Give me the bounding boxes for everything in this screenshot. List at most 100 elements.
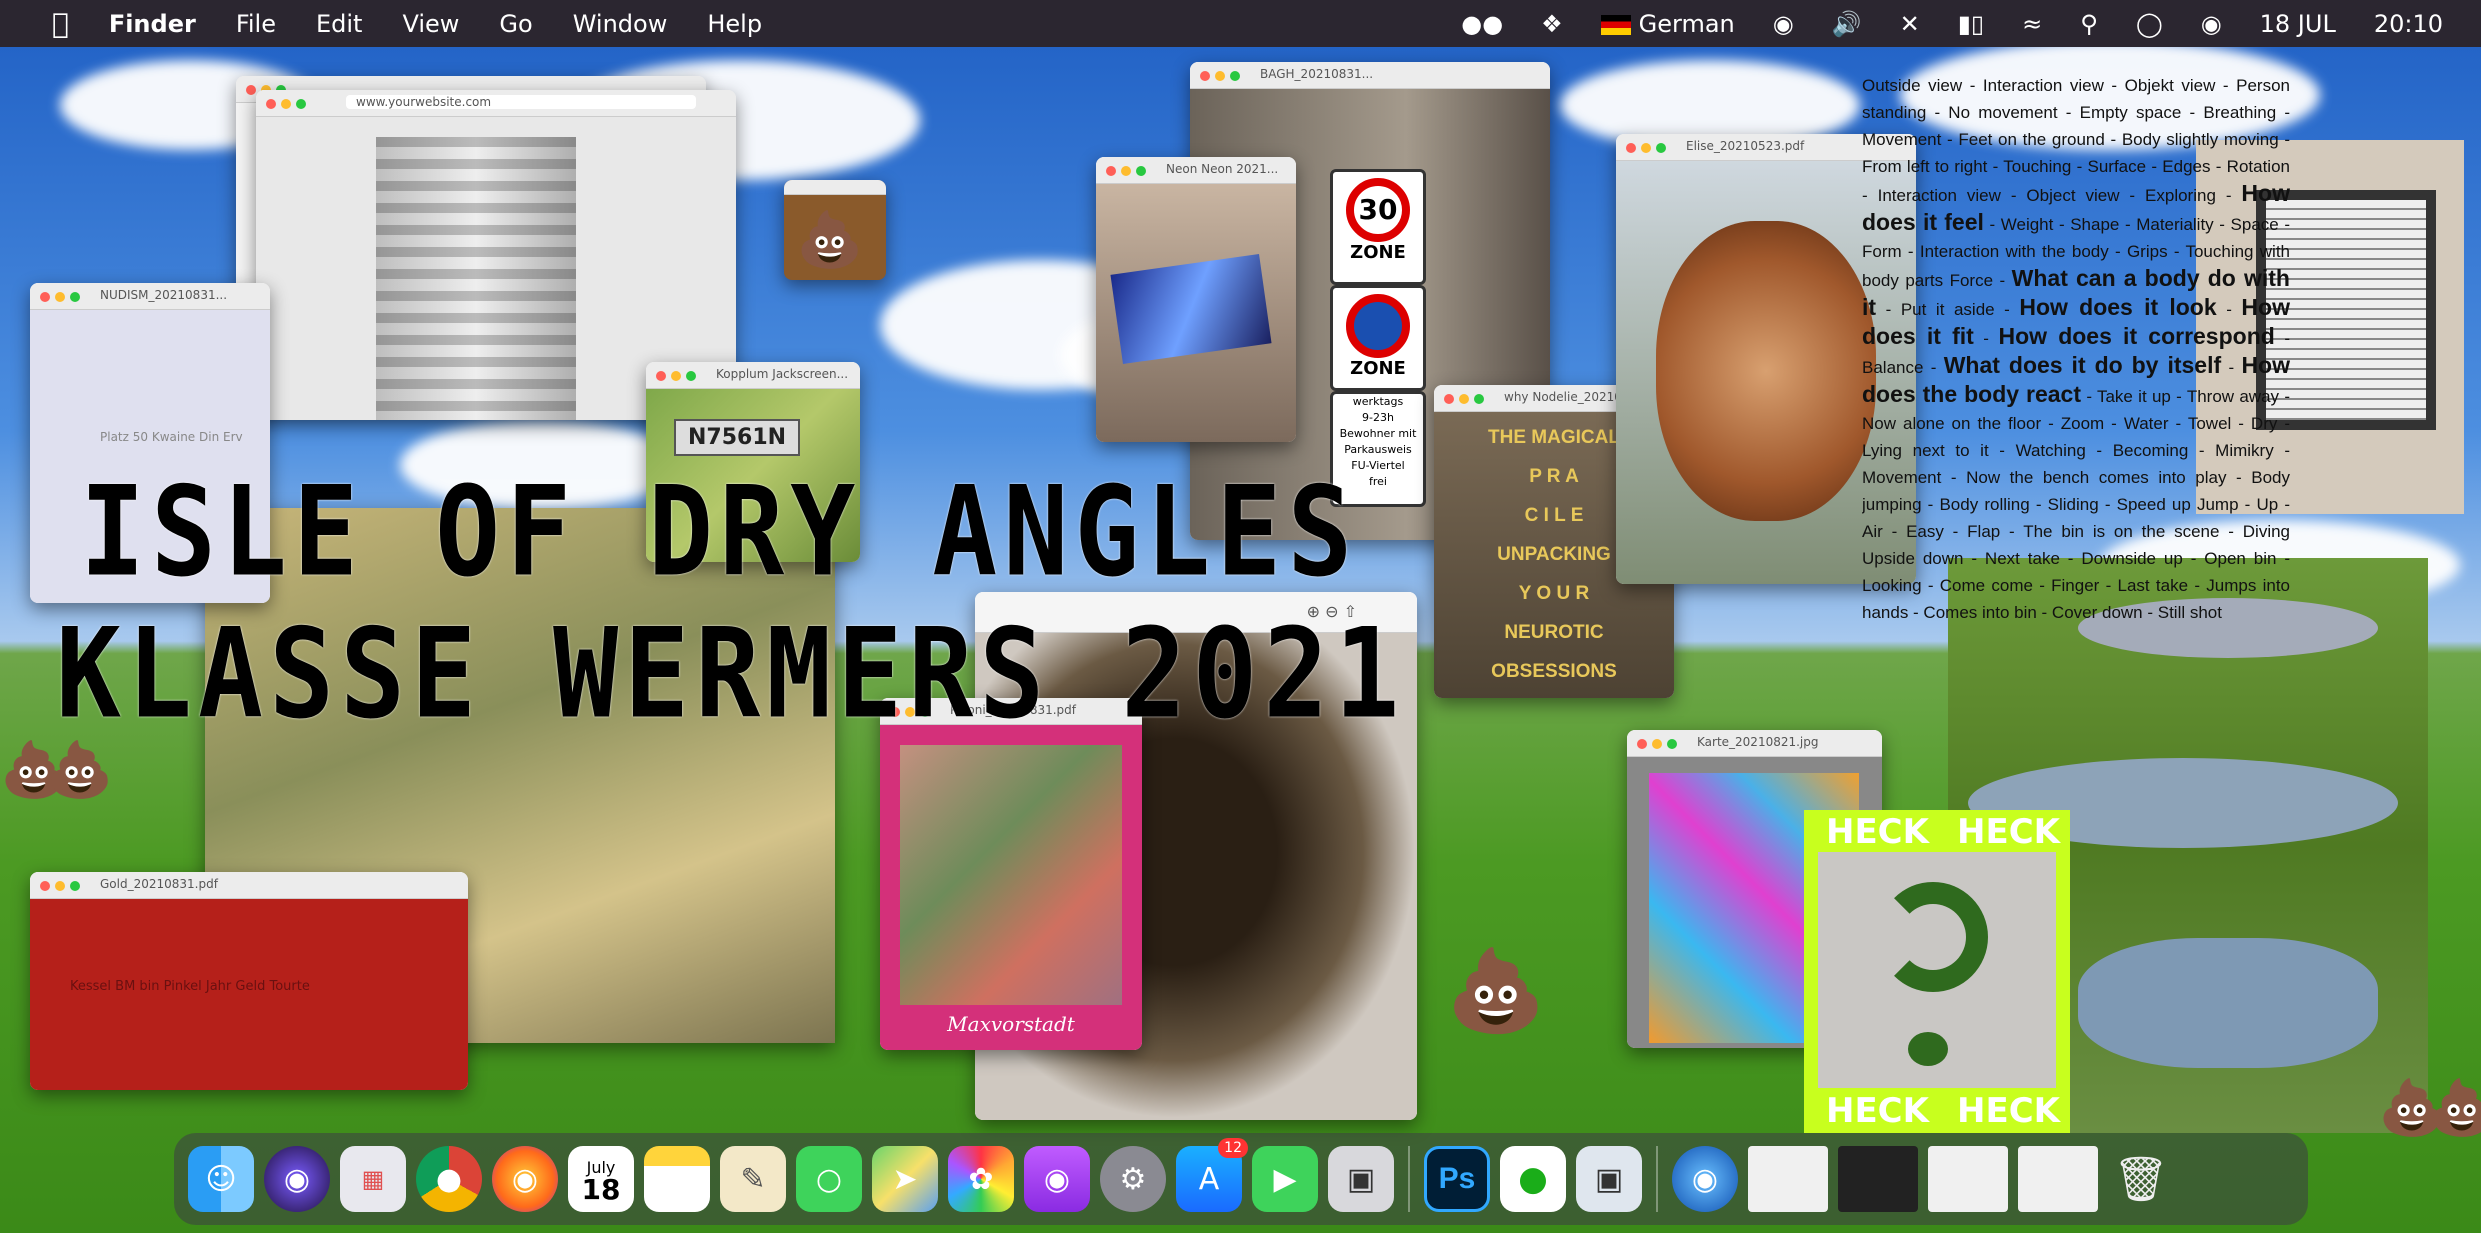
photos-icon[interactable]: ✿ [948,1146,1014,1212]
dock: ☺ ◉ ▦ ● ◉ July 18 ✎ ○ ➤ ✿ ◉ ⚙ A 12 ▶ ▣ Ps… [174,1133,2308,1225]
screenshot-icon[interactable]: ▣ [1328,1146,1394,1212]
spotlight-search-icon[interactable]: ⚲ [2080,10,2098,38]
language-label: German [1638,9,1735,38]
text-plain: Outside view - Interaction view - Objekt… [1862,76,2290,205]
menu-go[interactable]: Go [499,10,532,38]
network-globe-icon[interactable]: ◉ [1672,1146,1738,1212]
bluetooth-off-icon[interactable]: ✕ [1900,10,1920,38]
poo-emoji-icon: 💩 [796,208,864,271]
facetime-icon[interactable]: ▶ [1252,1146,1318,1212]
minimize-button[interactable] [281,99,291,109]
menu-app-finder[interactable]: Finder [109,10,196,38]
finder-icon[interactable]: ☺ [188,1146,254,1212]
volume-icon[interactable]: 🔊 [1832,10,1862,38]
text-plain: - Take it up - Throw away - Now alone on… [1862,387,2290,622]
calendar-day: 18 [581,1173,621,1206]
wifi-icon[interactable]: ≈ [2022,10,2042,38]
window-title: NUDISM_20210831... [100,288,228,302]
menubar-date[interactable]: 18 JUL [2260,10,2336,38]
menu-window[interactable]: Window [573,10,668,38]
sign-line: Parkausweis [1344,443,1412,456]
messages-icon[interactable]: ○ [796,1146,862,1212]
text-plain: - [1983,329,1989,348]
menu-bar:  Finder File Edit View Go Window Help ●… [0,0,2481,47]
red-pdf-text: Kessel BM bin Pinkel Jahr Geld Tourte [70,979,310,994]
moss-shape [1878,882,1988,992]
screen-photo-window[interactable]: Neon Neon 2021... [1096,157,1296,442]
sign-line: Bewohner mit [1339,427,1417,440]
siri-icon[interactable]: ◉ [2201,10,2222,38]
menu-edit[interactable]: Edit [316,10,362,38]
system-preferences-icon[interactable]: ⚙ [1100,1146,1166,1212]
calendar-icon[interactable]: July 18 [568,1146,634,1212]
text-bold: What does it do by itself [1943,352,2222,378]
battery-icon[interactable]: ▮▯ [1958,10,1984,38]
no-parking-sign: ZONE [1330,285,1426,391]
notes-icon[interactable] [644,1146,710,1212]
minimized-window-thumb[interactable] [1748,1146,1828,1212]
poster-line: NEUROTIC [1504,622,1604,643]
podcasts-icon[interactable]: ◉ [1024,1146,1090,1212]
menu-help[interactable]: Help [707,10,762,38]
poo-emoji-icon[interactable]: 💩 [46,738,113,802]
pink-map-window[interactable]: Paloni_20210831.pdf Maxvorstadt [880,698,1142,1050]
poo-emoji-icon[interactable]: 💩 [1446,944,1546,1038]
speed-sign: 30 ZONE [1330,169,1426,285]
launchpad-icon[interactable]: ▦ [340,1146,406,1212]
chrome-icon[interactable]: ● [416,1146,482,1212]
window-title: Elise_20210523.pdf [1686,139,1805,153]
text-plain: - [2228,358,2235,377]
dock-separator [1408,1146,1410,1212]
firefox-icon[interactable]: ◉ [492,1146,558,1212]
maps-icon[interactable]: ➤ [872,1146,938,1212]
monitor-image [1110,253,1272,365]
face-image [1656,221,1876,521]
dock-separator [1656,1146,1658,1212]
textedit-icon[interactable]: ✎ [720,1146,786,1212]
input-language-menu[interactable]: German [1600,9,1735,38]
close-button[interactable] [266,99,276,109]
airdrop-icon[interactable]: ◉ [1773,10,1794,38]
browser-toolbar: www.yourwebsite.com [256,90,736,117]
text-plain: - [2226,300,2232,319]
wechat-icon[interactable]: ● [1500,1146,1566,1212]
moss-dot [1908,1032,1948,1066]
red-pdf-window[interactable]: Gold_20210831.pdf Kessel BM bin Pinkel J… [30,872,468,1090]
poster-line: OBSESSIONS [1491,661,1617,682]
zone-label: ZONE [1350,242,1406,263]
heck-bottom-left: HECK [1826,1091,1929,1131]
sign-line: 9-23h [1362,411,1394,424]
text-bold: How does it look [2019,294,2217,320]
text-bold: How does it correspond [1998,323,2275,349]
menubar-time[interactable]: 20:10 [2374,10,2443,38]
address-bar[interactable]: www.yourwebsite.com [346,95,696,109]
poo-emoji-icon[interactable]: 💩 [2428,1076,2481,1140]
trash-icon[interactable]: 🗑 [2108,1146,2174,1212]
minimized-window-thumb[interactable] [1928,1146,2008,1212]
title-line-2: KLASSE WERMERS 2021 [56,602,1406,747]
app-store-icon[interactable]: A 12 [1176,1138,1248,1212]
wechat-status-icon[interactable]: ●● [1461,10,1503,38]
license-plate-text: N7561N [674,419,801,456]
menu-view[interactable]: View [402,10,459,38]
minimized-window-thumb[interactable] [2018,1146,2098,1212]
siri-icon[interactable]: ◉ [264,1146,330,1212]
heck-bottom-right: HECK [1957,1091,2060,1131]
emoji-window[interactable]: 💩 [784,180,886,280]
minimized-window-thumb[interactable] [1838,1146,1918,1212]
heck-poster: HECK HECK HECK HECK [1804,810,2070,1133]
preview-icon[interactable]: ▣ [1576,1146,1642,1212]
photoshop-icon[interactable]: Ps [1424,1146,1490,1212]
text-plain: - Put it aside - [1885,300,2010,319]
zoom-button[interactable] [296,99,306,109]
chrome-letter-pattern-image [376,137,576,420]
puddle-shape [2078,938,2378,1068]
window-title: Kopplum Jackscreen... [716,367,849,381]
dropbox-status-icon[interactable]: ❖ [1541,10,1563,38]
control-center-icon[interactable]: ◯ [2136,10,2163,38]
title-line-1: ISLE OF DRY ANGLES [80,460,1359,605]
menu-file[interactable]: File [236,10,276,38]
moss-question-image [1818,852,2056,1088]
sign-line: werktags [1352,395,1404,408]
apple-menu-icon[interactable]:  [52,7,69,40]
